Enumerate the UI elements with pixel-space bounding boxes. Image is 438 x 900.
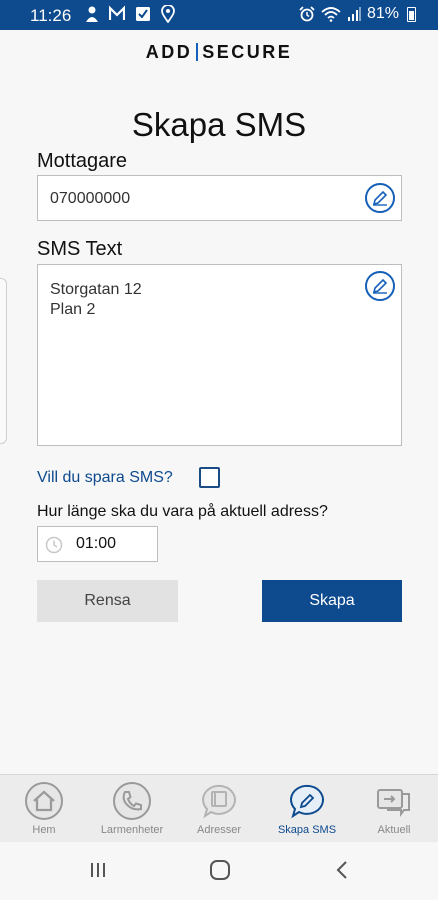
nav-item-alarm-units[interactable]: Larmenheter (88, 775, 176, 843)
system-nav-bar (0, 842, 438, 900)
pencil-icon (372, 190, 388, 206)
recipient-label: Mottagare (37, 150, 128, 172)
sms-edit-icon (289, 784, 324, 819)
battery-percent: 81% (366, 5, 399, 22)
back-icon[interactable] (335, 860, 349, 880)
side-panel-edge (0, 278, 7, 444)
status-icons-left (85, 5, 175, 23)
pencil-icon (372, 278, 388, 294)
duration-question: Hur länge ska du vara på aktuell adress? (37, 503, 328, 520)
clear-button[interactable]: Rensa (37, 580, 178, 622)
current-icon (377, 789, 410, 817)
nav-label-create-sms: Skapa SMS (277, 824, 337, 836)
save-sms-question: Vill du spara SMS? (37, 469, 173, 486)
battery-icon (407, 6, 416, 22)
status-time: 11:26 (30, 6, 72, 25)
nav-label-alarm-units: Larmenheter (100, 824, 164, 836)
nav-item-addresses[interactable]: Adresser (175, 775, 263, 843)
page-title: Skapa SMS (131, 106, 307, 143)
signal-icon (347, 7, 361, 21)
duration-value: 01:00 (76, 535, 117, 552)
bottom-nav: Hem Larmenheter Adresser Skapa SMS Aktue… (0, 774, 438, 842)
nav-item-create-sms[interactable]: Skapa SMS (263, 775, 351, 843)
nav-label-home: Hem (32, 824, 56, 836)
nav-label-addresses: Adresser (196, 824, 242, 836)
location-icon (161, 5, 175, 23)
brand-right: SECURE (202, 42, 293, 62)
recipient-field[interactable]: 070000000 (37, 175, 402, 221)
m-icon (109, 5, 125, 20)
brand-separator (196, 43, 199, 61)
sms-text-line-1: Storgatan 12 (50, 281, 142, 298)
brand-logo: ADD SECURE (0, 42, 438, 63)
address-book-icon (201, 784, 236, 819)
save-sms-checkbox[interactable] (199, 467, 220, 488)
edit-sms-button[interactable] (365, 271, 395, 301)
create-button[interactable]: Skapa (262, 580, 402, 622)
recents-icon[interactable] (88, 860, 108, 880)
nav-item-current[interactable]: Aktuell (350, 775, 438, 843)
sms-text-line-2: Plan 2 (50, 301, 96, 318)
home-circle-icon[interactable] (209, 860, 231, 880)
status-icons-right: 81% (299, 5, 416, 23)
clock-icon (45, 536, 63, 554)
check-icon (136, 7, 150, 21)
sms-text-label: SMS Text (37, 238, 123, 260)
wifi-icon (321, 7, 341, 22)
sms-text-area[interactable]: Storgatan 12 Plan 2 (37, 264, 402, 446)
recipient-value: 070000000 (50, 190, 131, 207)
home-icon (25, 782, 63, 820)
brand-left: ADD (145, 42, 193, 62)
duration-time-field[interactable]: 01:00 (37, 526, 158, 562)
status-bar: 11:26 81% (0, 0, 438, 30)
alarm-icon (299, 6, 315, 22)
nav-item-home[interactable]: Hem (0, 775, 88, 843)
user-icon (86, 6, 98, 22)
edit-recipient-button[interactable] (365, 183, 395, 213)
phone-icon (113, 782, 151, 820)
nav-label-current: Aktuell (377, 824, 411, 836)
